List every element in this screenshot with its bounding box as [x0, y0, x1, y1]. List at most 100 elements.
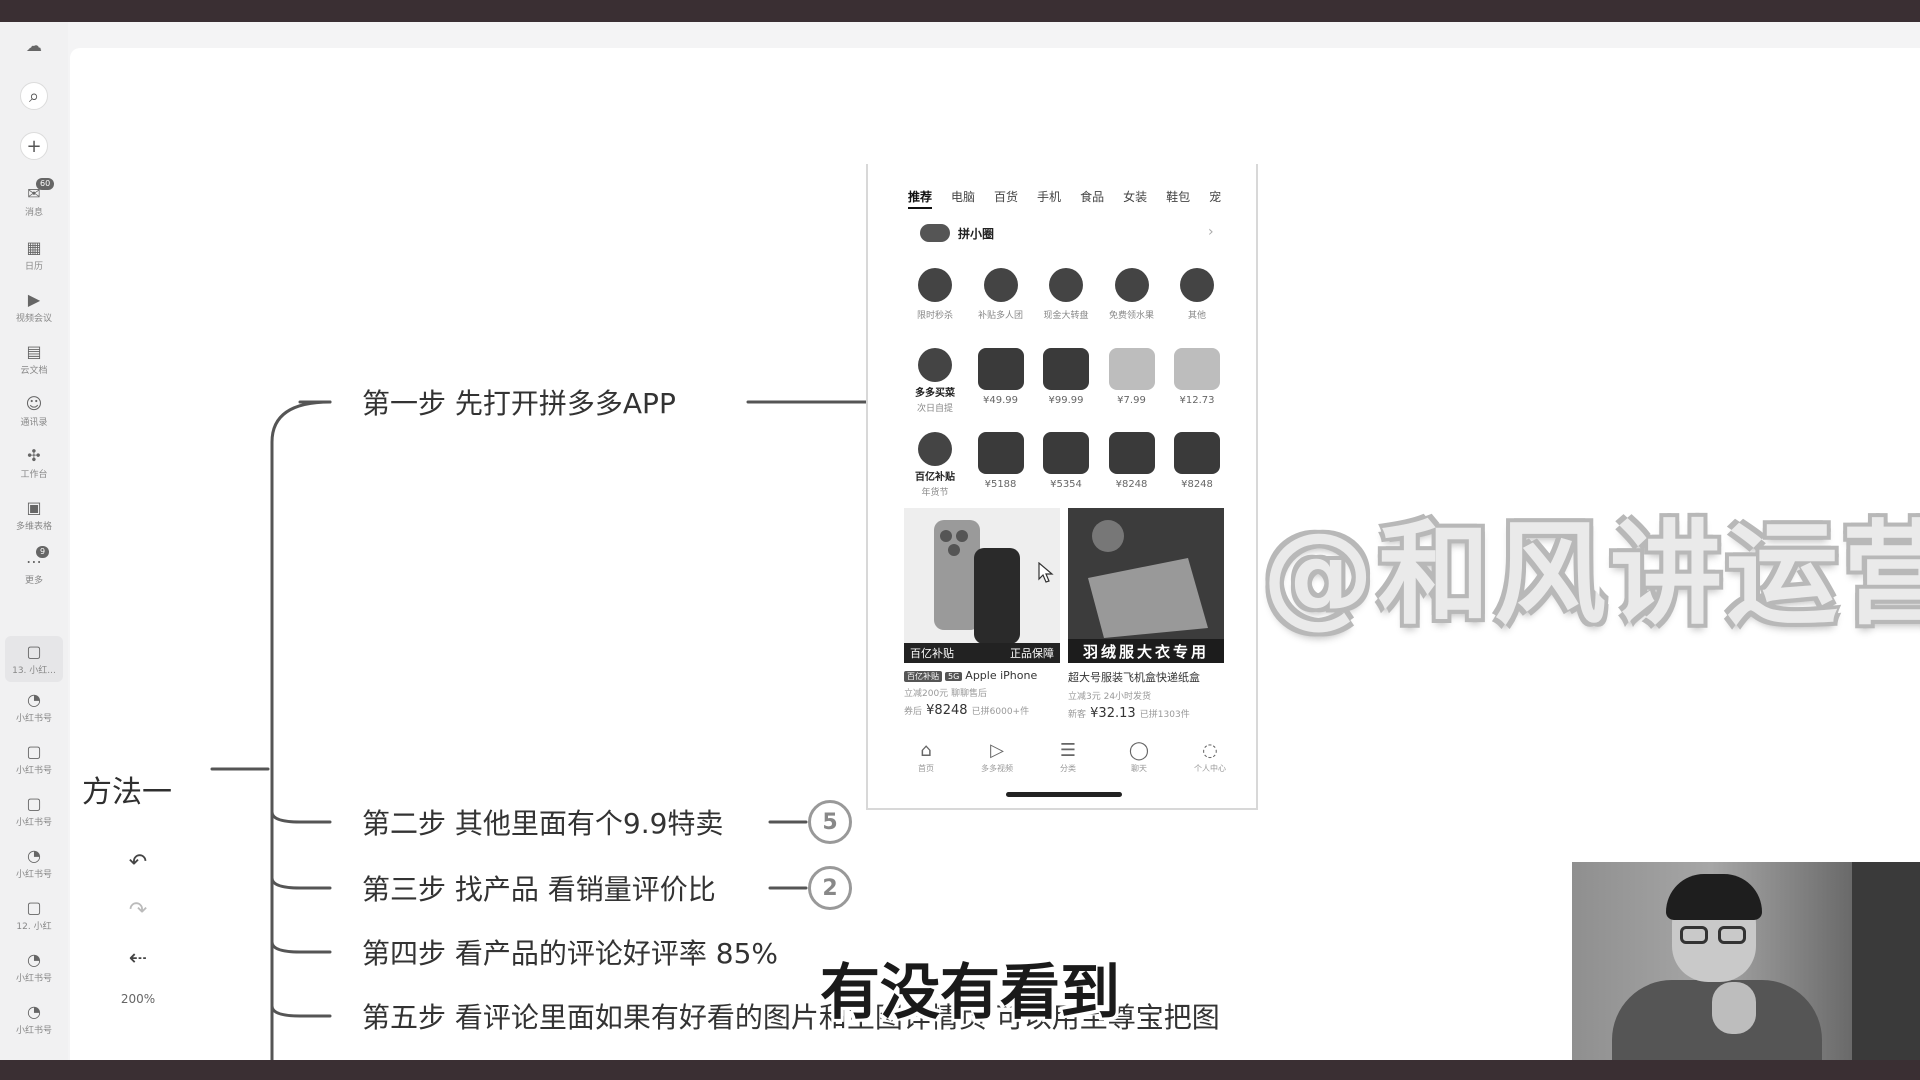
product-price: ¥8248	[1115, 479, 1148, 490]
collapsed-count-badge[interactable]: 5	[808, 800, 852, 844]
feature-label: 限时秒杀	[916, 311, 953, 321]
feature-item: 免费领水果	[1103, 268, 1161, 321]
mindmap-node-step3[interactable]: 第三步 找产品 看销量评价比	[362, 868, 716, 908]
card-sub: 立减200元 聊聊售后	[904, 689, 988, 699]
product-thumb: ¥12.73	[1168, 348, 1226, 414]
product-image	[1174, 432, 1220, 474]
phone-illustration	[934, 520, 1020, 644]
product-price: ¥49.99	[983, 395, 1018, 406]
flash-sale-icon	[918, 268, 952, 302]
mindmap-node-step4[interactable]: 第四步 看产品的评论好评率 85%	[362, 932, 778, 972]
zoom-level[interactable]: 200%	[121, 992, 155, 1006]
card-title: 百亿补贴 5G Apple iPhone	[904, 669, 1060, 682]
product-image	[977, 432, 1024, 474]
wheel-icon	[1049, 268, 1083, 302]
subsidy-sub: 年货节	[921, 488, 949, 498]
pin-circle-row: 拼小圈	[920, 224, 994, 242]
product-image	[1174, 348, 1220, 390]
feature-label: 其他	[1187, 311, 1206, 321]
card-price: 券后 ¥8248 已拼6000+件	[904, 703, 1060, 718]
card-sub: 立减3元 24小时发货	[1068, 692, 1152, 702]
strip-left: 百亿补贴	[910, 647, 954, 660]
home-indicator	[1006, 792, 1122, 797]
product-image	[1043, 348, 1089, 390]
product-image	[1043, 432, 1089, 474]
card-tag: 5G	[945, 672, 963, 681]
nav-label: 聊天	[1131, 764, 1147, 773]
nav-chat: ◯ 聊天	[1111, 740, 1167, 774]
card-strip: 百亿补贴 正品保障	[904, 643, 1060, 663]
phone-tab: 食品	[1080, 190, 1105, 204]
nav-label: 分类	[1060, 764, 1076, 773]
feature-label: 现金大转盘	[1043, 311, 1089, 321]
sold-count: 已拼6000+件	[971, 707, 1030, 717]
presenter-hand	[1712, 982, 1756, 1034]
product-thumb: ¥5354	[1037, 432, 1095, 498]
phone-tab: 百货	[994, 190, 1019, 204]
arrow-left-icon: ⇠	[128, 945, 148, 971]
card-tag: 百亿补贴	[904, 671, 942, 682]
feature-label: 补贴多人团	[977, 311, 1023, 321]
chevron-right-icon: ›	[1208, 224, 1214, 240]
chat-icon: ◯	[1128, 740, 1150, 761]
mindmap-node-step2[interactable]: 第二步 其他里面有个9.9特卖	[362, 802, 723, 842]
phone-tab-bar: 推荐 电脑 百货 手机 食品 女装 鞋包 宠	[908, 188, 1221, 209]
nav-profile: ◌ 个人中心	[1182, 740, 1238, 774]
product-image	[1108, 348, 1155, 390]
feature-item: 现金大转盘	[1037, 268, 1095, 321]
redo-button[interactable]: ↷	[120, 892, 156, 928]
collapsed-count-badge[interactable]: 2	[808, 866, 852, 910]
phone-bottom-nav: ⌂ 首页 ▷ 多多视频 ☰ 分类 ◯ 聊天 ◌ 个人中心	[898, 740, 1238, 774]
product-image	[977, 348, 1024, 390]
collapse-button[interactable]: ⇠	[120, 940, 156, 976]
price-prefix: 券后	[904, 707, 923, 717]
feature-item: 补贴多人团	[972, 268, 1030, 321]
product-image	[1108, 432, 1155, 474]
mindmap-node-step1[interactable]: 第一步 先打开拼多多APP	[362, 382, 676, 422]
video-icon: ▷	[990, 740, 1004, 761]
card-price: 新客 ¥32.13 已拼1303件	[1068, 706, 1224, 721]
subsidy-icon	[918, 432, 952, 466]
pinduoduo-screenshot[interactable]: 推荐 电脑 百货 手机 食品 女装 鞋包 宠 拼小圈 › 限时秒杀 补贴多人团 …	[866, 164, 1258, 810]
video-frame-top	[0, 0, 1920, 22]
mouse-cursor-icon	[1038, 562, 1054, 583]
product-thumb: ¥8248	[1168, 432, 1226, 498]
nav-category: ☰ 分类	[1040, 740, 1096, 774]
grocery-icon	[918, 348, 952, 382]
fruit-icon	[1114, 268, 1149, 302]
price-value: ¥32.13	[1090, 706, 1136, 721]
product-price: ¥5188	[984, 479, 1017, 490]
webcam-shelf	[1852, 862, 1920, 1060]
undo-icon: ↶	[128, 849, 148, 875]
video-subtitle: 有没有看到	[820, 958, 1120, 1028]
phone-grocery-row: 多多买菜 次日自提 ¥49.99 ¥99.99 ¥7.99 ¥12.73	[906, 348, 1226, 414]
mindmap-root-node[interactable]: 方法一	[82, 767, 172, 811]
avatar-group-icon	[920, 224, 950, 242]
product-thumb: ¥5188	[972, 432, 1030, 498]
list-icon: ☰	[1059, 740, 1077, 761]
creator-watermark: @和风讲运营	[1262, 510, 1920, 640]
nav-label: 首页	[918, 764, 934, 773]
sold-count: 已拼1303件	[1139, 710, 1190, 720]
product-thumb: ¥99.99	[1037, 348, 1095, 414]
profile-icon: ◌	[1202, 740, 1218, 761]
card-strip: 羽绒服大衣专用	[1068, 639, 1224, 663]
phone-tab: 鞋包	[1166, 190, 1191, 204]
subsidy-entry: 百亿补贴 年货节	[906, 432, 964, 498]
product-price: ¥99.99	[1048, 395, 1084, 406]
glasses-icon	[1680, 926, 1708, 944]
nav-video: ▷ 多多视频	[969, 740, 1025, 774]
nav-label: 多多视频	[981, 764, 1013, 773]
nav-label: 个人中心	[1194, 764, 1226, 773]
redo-icon: ↷	[128, 897, 148, 923]
phone-tab: 女装	[1123, 190, 1148, 204]
phone-feature-row: 限时秒杀 补贴多人团 现金大转盘 免费领水果 其他	[906, 268, 1226, 321]
phone-tab: 电脑	[951, 190, 976, 204]
presenter-webcam	[1572, 862, 1920, 1060]
undo-button[interactable]: ↶	[120, 844, 156, 880]
box-image: 羽绒服大衣专用	[1068, 508, 1224, 663]
phone-subsidy-row: 百亿补贴年货节 ¥5188 ¥5354 ¥8248 ¥8248	[906, 432, 1226, 498]
phone-tab: 推荐	[908, 188, 933, 209]
subsidy-label: 百亿补贴	[915, 472, 955, 483]
card-title-text: Apple iPhone	[965, 669, 1038, 682]
